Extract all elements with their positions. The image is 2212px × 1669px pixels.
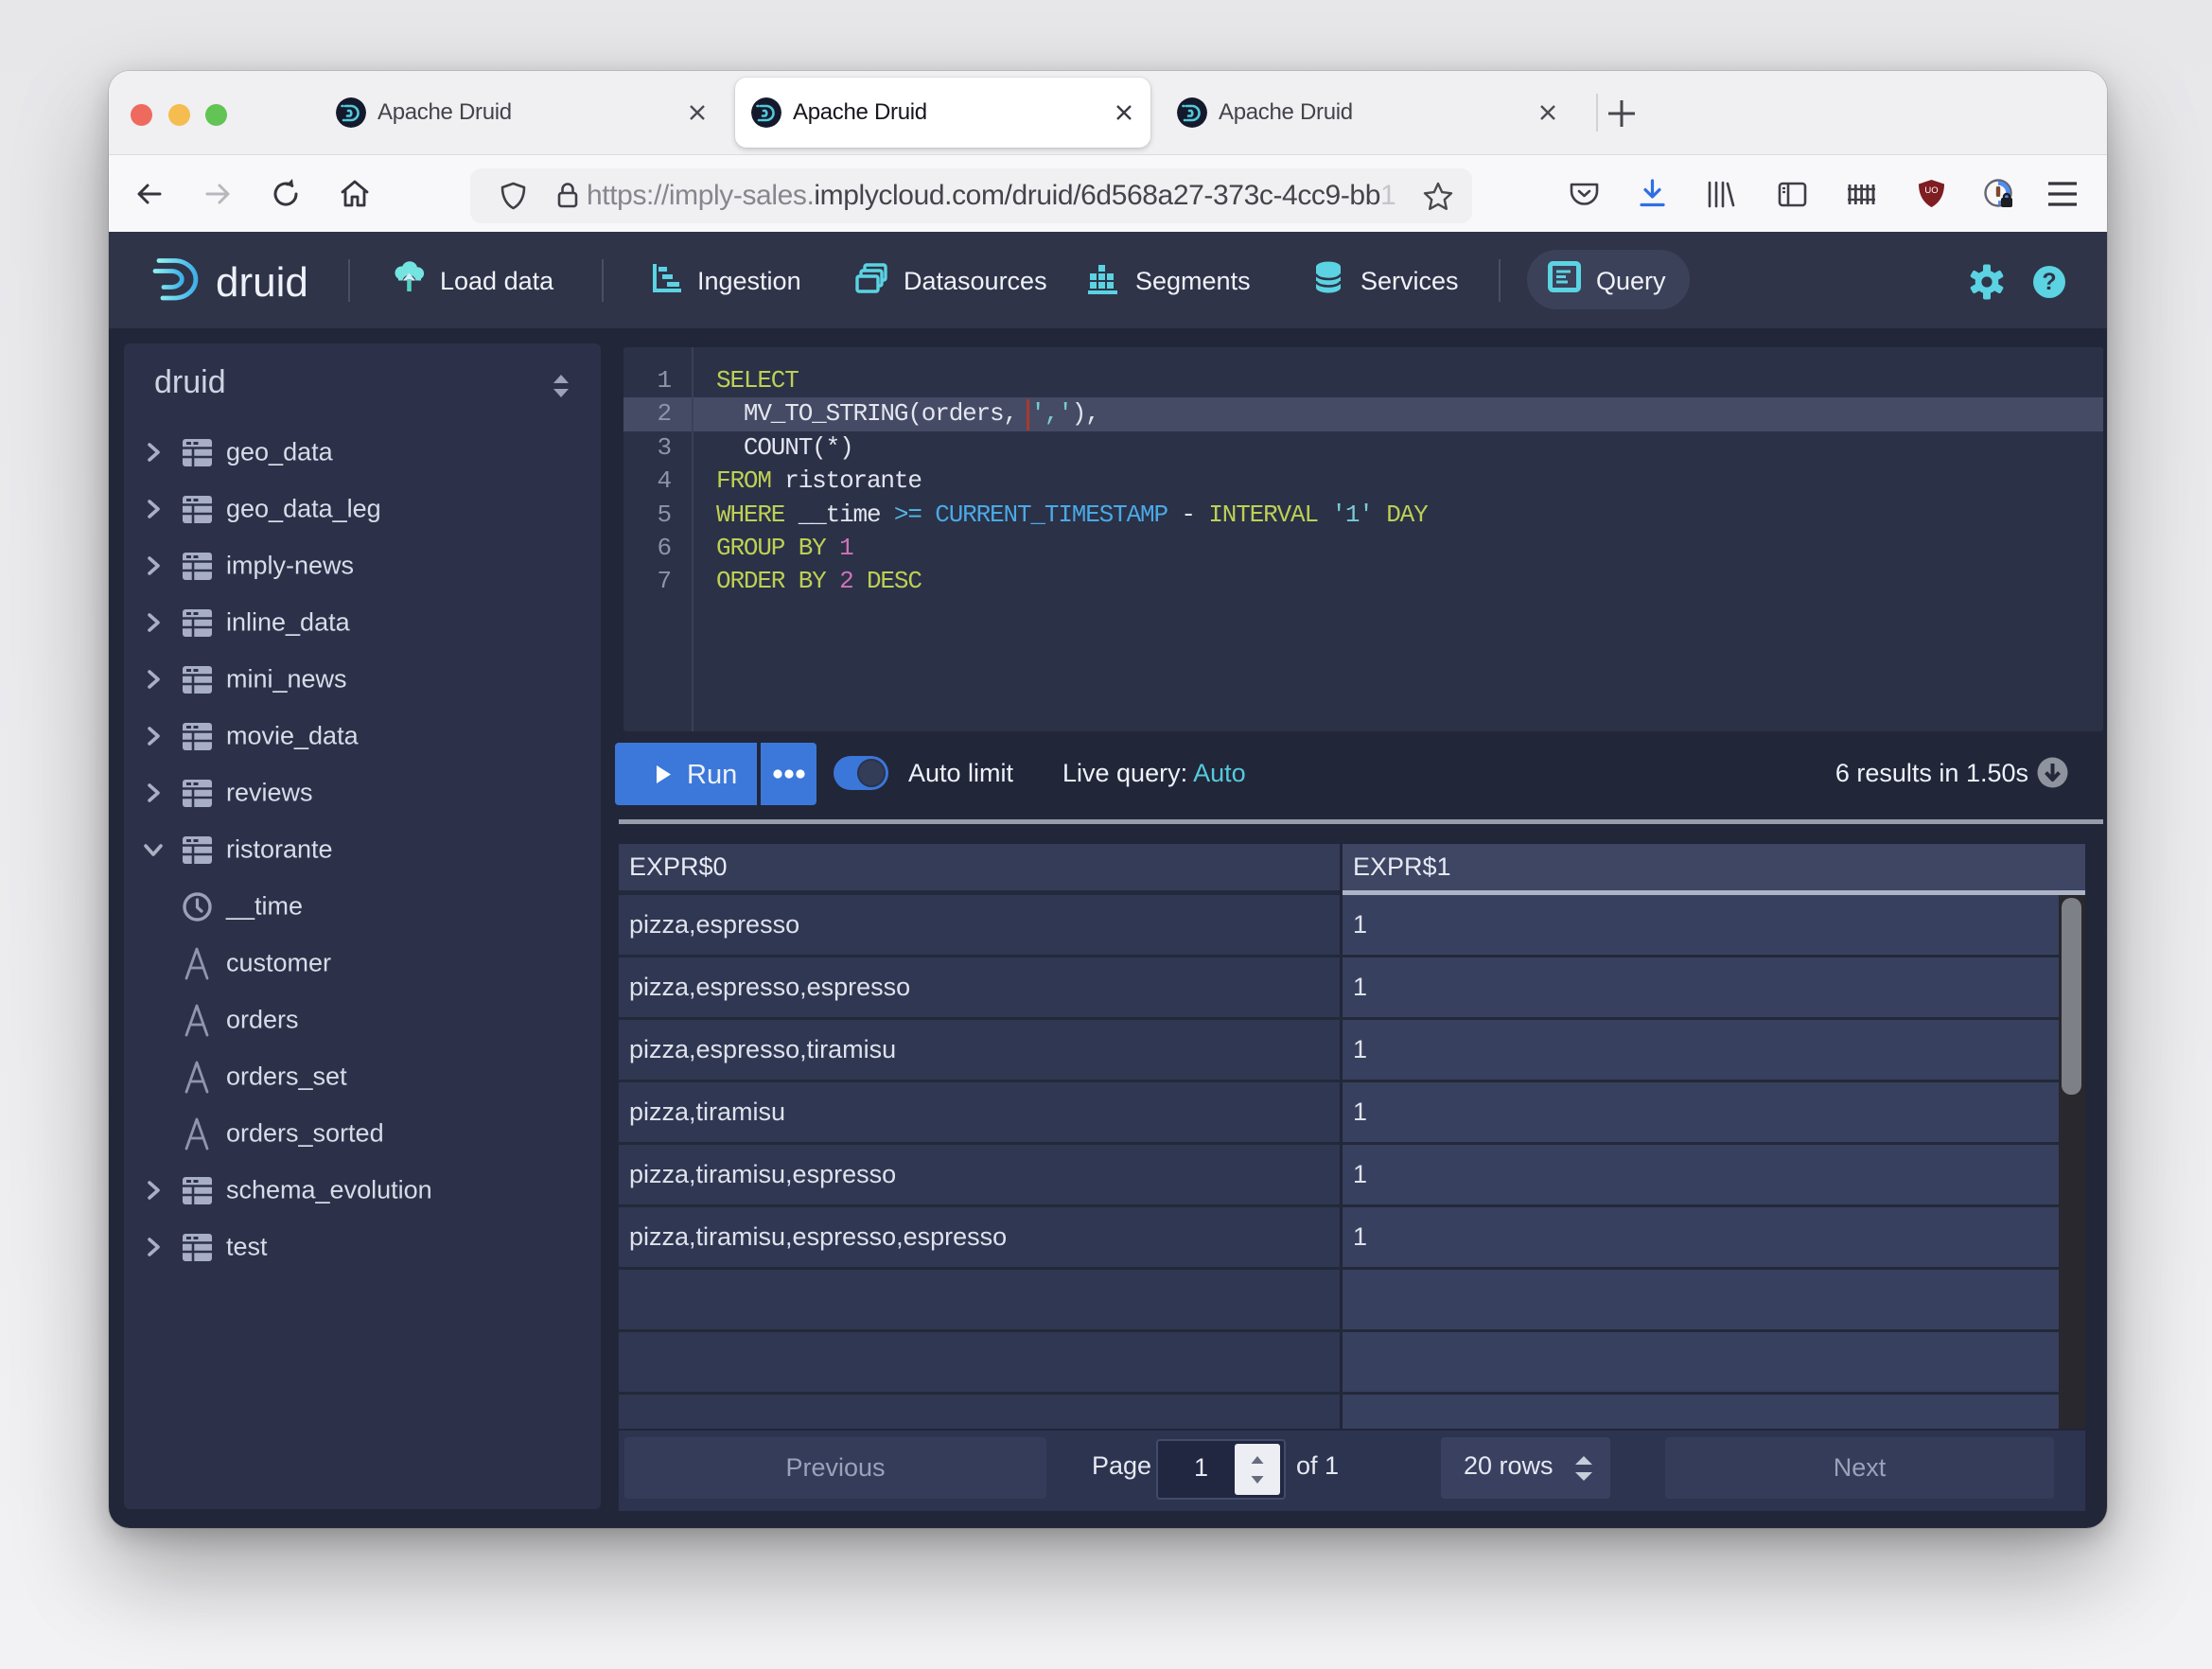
svg-text:?: ?	[2042, 269, 2056, 295]
svg-text:UO: UO	[1924, 185, 1938, 196]
